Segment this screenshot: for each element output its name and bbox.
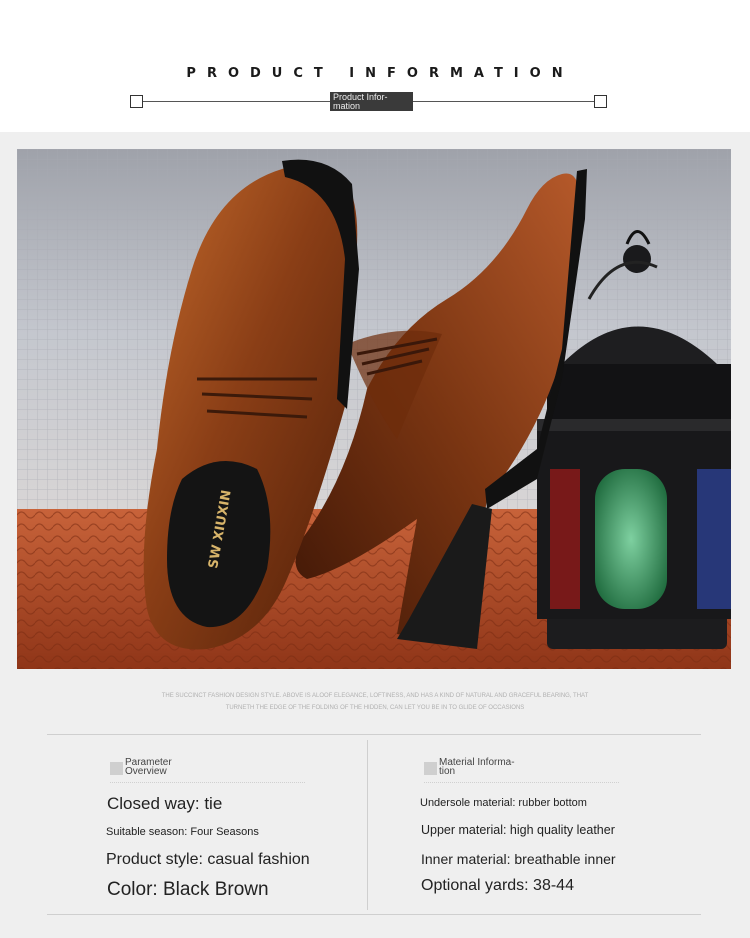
- table-top-border: [47, 734, 701, 735]
- product-photo: SW XIUXIN: [17, 149, 731, 669]
- spec-yards: Optional yards: 38-44: [421, 877, 574, 894]
- rule-right-square: [594, 95, 607, 108]
- material-divider: [424, 782, 619, 783]
- section-tag: Product Infor- mation: [330, 92, 413, 111]
- spec-season: Suitable season: Four Seasons: [106, 826, 259, 838]
- spec-undersole: Undersole material: rubber bottom: [420, 797, 587, 809]
- spec-style: Product style: casual fashion: [106, 851, 310, 868]
- heading-marker-icon: [424, 762, 437, 775]
- spec-inner: Inner material: breathable inner: [421, 851, 616, 867]
- material-heading: Material Informa- tion: [424, 757, 521, 777]
- description-line-2: TURNETH THE EDGE OF THE FOLDING OF THE H…: [225, 705, 525, 711]
- rule-left-square: [130, 95, 143, 108]
- material-heading-label: Material Informa- tion: [439, 757, 515, 777]
- product-description: THE SUCCINCT FASHION DESIGN STYLE. ABOVE…: [100, 690, 650, 714]
- parameter-heading: Parameter Overview: [110, 757, 195, 777]
- spec-closed-way: Closed way: tie: [107, 794, 223, 813]
- header: PRODUCT INFORMATION Product Infor- matio…: [0, 0, 750, 132]
- column-divider: [367, 740, 368, 910]
- spec-upper: Upper material: high quality leather: [421, 823, 615, 837]
- page-title: PRODUCT INFORMATION: [186, 66, 574, 81]
- parameter-divider: [110, 782, 305, 783]
- parameter-heading-label: Parameter Overview: [125, 757, 172, 777]
- description-line-1: THE SUCCINCT FASHION DESIGN STYLE. ABOVE…: [161, 693, 589, 699]
- table-bottom-border: [47, 914, 701, 915]
- spec-color: Color: Black Brown: [107, 879, 269, 900]
- heading-marker-icon: [110, 762, 123, 775]
